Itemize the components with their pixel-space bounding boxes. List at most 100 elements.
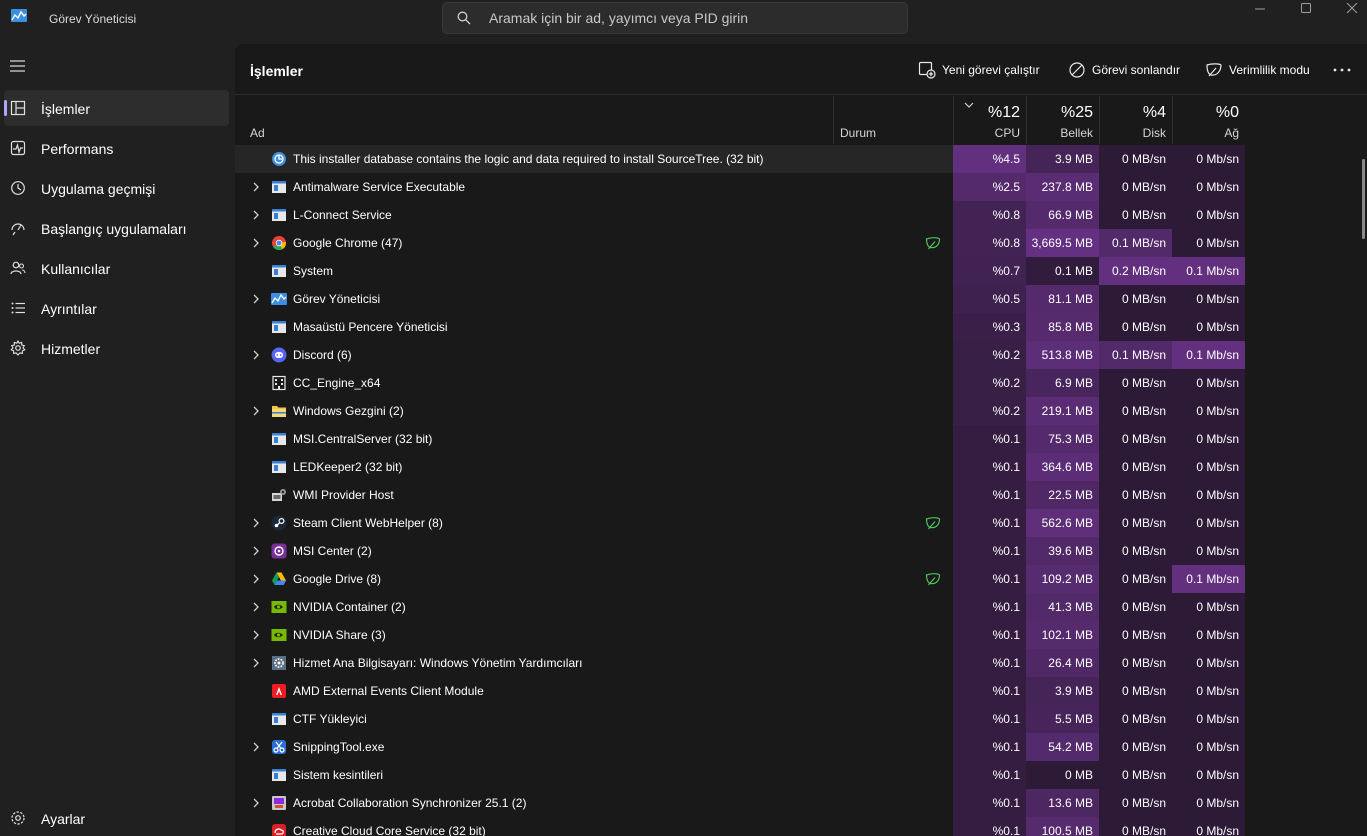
new-task-button[interactable]: Yeni görevi çalıştır <box>918 61 1043 79</box>
efficiency-mode-button[interactable]: Verimlilik modu <box>1205 61 1320 79</box>
process-name-cell[interactable]: L-Connect Service <box>235 201 833 229</box>
chevron-right-icon[interactable] <box>251 405 261 417</box>
process-row[interactable]: Google Chrome (47) %0.8 3,669.5 MB 0.1 MB/s… <box>235 229 1245 257</box>
chevron-right-icon[interactable] <box>251 545 261 557</box>
close-button[interactable] <box>1329 0 1367 20</box>
process-row[interactable]: Windows Gezgini (2) %0.2 219.1 MB 0 MB/sn 0 … <box>235 397 1245 425</box>
column-header-status[interactable]: Durum <box>833 96 953 144</box>
sidebar-item-performance[interactable]: Performans <box>4 130 229 166</box>
process-row[interactable]: LEDKeeper2 (32 bit) %0.1 364.6 MB 0 MB/sn 0 … <box>235 453 1245 481</box>
hamburger-menu-icon[interactable] <box>8 58 28 74</box>
process-name-cell[interactable]: LEDKeeper2 (32 bit) <box>235 453 833 481</box>
process-name-cell[interactable]: NVIDIA Container (2) <box>235 593 833 621</box>
process-name-cell[interactable]: MSI Center (2) <box>235 537 833 565</box>
process-name-cell[interactable]: MSI.CentralServer (32 bit) <box>235 425 833 453</box>
process-name-cell[interactable]: Hizmet Ana Bilgisayarı: Windows Yönetim … <box>235 649 833 677</box>
process-row[interactable]: Discord (6) %0.2 513.8 MB 0.1 MB/sn 0.1 Mb/s… <box>235 341 1245 369</box>
process-row[interactable]: Sistem kesintileri %0.1 0 MB 0 MB/sn 0 Mb/sn <box>235 761 1245 789</box>
chevron-right-icon[interactable] <box>251 349 261 361</box>
process-name-cell[interactable]: System <box>235 257 833 285</box>
process-row[interactable]: MSI Center (2) %0.1 39.6 MB 0 MB/sn 0 Mb/sn <box>235 537 1245 565</box>
process-name-cell[interactable]: Google Chrome (47) <box>235 229 833 257</box>
process-name-cell[interactable]: CTF Yükleyici <box>235 705 833 733</box>
vertical-scrollbar[interactable] <box>1362 159 1365 239</box>
process-name-cell[interactable]: Masaüstü Pencere Yöneticisi <box>235 313 833 341</box>
process-name: L-Connect Service <box>293 208 392 222</box>
process-row[interactable]: System %0.7 0.1 MB 0.2 MB/sn 0.1 Mb/sn <box>235 257 1245 285</box>
process-name-cell[interactable]: Creative Cloud Core Service (32 bit) <box>235 817 833 836</box>
column-header-name[interactable]: Ad <box>235 96 833 144</box>
process-name-cell[interactable]: Sistem kesintileri <box>235 761 833 789</box>
sidebar-item-label: Hizmetler <box>41 341 101 357</box>
process-name: MSI Center (2) <box>293 544 372 558</box>
chevron-right-icon[interactable] <box>251 517 261 529</box>
process-disk-cell: 0 MB/sn <box>1099 453 1172 481</box>
process-row[interactable]: MSI.CentralServer (32 bit) %0.1 75.3 MB 0 M… <box>235 425 1245 453</box>
process-name-cell[interactable]: CC_Engine_x64 <box>235 369 833 397</box>
process-row[interactable]: NVIDIA Container (2) %0.1 41.3 MB 0 MB/sn 0 … <box>235 593 1245 621</box>
process-name-cell[interactable]: This installer database contains the log… <box>235 145 833 173</box>
process-name-cell[interactable]: Windows Gezgini (2) <box>235 397 833 425</box>
process-network-cell: 0 Mb/sn <box>1172 369 1245 397</box>
process-row[interactable]: Masaüstü Pencere Yöneticisi %0.3 85.8 MB 0 … <box>235 313 1245 341</box>
more-options-icon[interactable] <box>1330 61 1354 79</box>
chevron-right-icon[interactable] <box>251 797 261 809</box>
process-name-cell[interactable]: AMD External Events Client Module <box>235 677 833 705</box>
column-header-cpu[interactable]: %12 CPU <box>953 96 1026 144</box>
process-row[interactable]: Görev Yöneticisi %0.5 81.1 MB 0 MB/sn 0 Mb/s… <box>235 285 1245 313</box>
process-name-cell[interactable]: NVIDIA Share (3) <box>235 621 833 649</box>
process-name-cell[interactable]: Google Drive (8) <box>235 565 833 593</box>
process-network-value: 0 Mb/sn <box>1196 488 1239 502</box>
process-name-cell[interactable]: Acrobat Collaboration Synchronizer 25.1 … <box>235 789 833 817</box>
chevron-right-icon[interactable] <box>251 601 261 613</box>
process-row[interactable]: Antimalware Service Executable %2.5 237.8 … <box>235 173 1245 201</box>
sidebar-item-details[interactable]: Ayrıntılar <box>4 290 229 326</box>
column-header-network[interactable]: %0 Ağ <box>1172 96 1245 144</box>
sidebar-item-startup-apps[interactable]: Başlangıç uygulamaları <box>4 210 229 246</box>
process-cpu-cell: %0.1 <box>953 453 1026 481</box>
sidebar-item-app-history[interactable]: Uygulama geçmişi <box>4 170 229 206</box>
search-box[interactable] <box>442 2 908 34</box>
process-row[interactable]: CC_Engine_x64 %0.2 6.9 MB 0 MB/sn 0 Mb/sn <box>235 369 1245 397</box>
column-header-disk[interactable]: %4 Disk <box>1099 96 1172 144</box>
chevron-right-icon[interactable] <box>251 741 261 753</box>
chevron-right-icon[interactable] <box>251 293 261 305</box>
chevron-right-icon[interactable] <box>251 237 261 249</box>
sidebar-item-processes[interactable]: İşlemler <box>4 90 229 126</box>
process-row[interactable]: SnippingTool.exe %0.1 54.2 MB 0 MB/sn 0 Mb/s… <box>235 733 1245 761</box>
process-name-cell[interactable]: Antimalware Service Executable <box>235 173 833 201</box>
process-name-cell[interactable]: Görev Yöneticisi <box>235 285 833 313</box>
process-name-cell[interactable]: Steam Client WebHelper (8) <box>235 509 833 537</box>
chevron-right-icon[interactable] <box>251 209 261 221</box>
column-header-memory[interactable]: %25 Bellek <box>1026 96 1099 144</box>
sidebar-item-settings[interactable]: Ayarlar <box>4 800 229 836</box>
minimize-button[interactable] <box>1237 0 1283 20</box>
process-row[interactable]: Steam Client WebHelper (8) %0.1 562.6 MB 0 … <box>235 509 1245 537</box>
process-row[interactable]: WMI Provider Host %0.1 22.5 MB 0 MB/sn 0 Mb/… <box>235 481 1245 509</box>
process-row[interactable]: This installer database contains the log… <box>235 145 1245 173</box>
process-row[interactable]: Creative Cloud Core Service (32 bit) %0.1… <box>235 817 1245 836</box>
process-row[interactable]: Hizmet Ana Bilgisayarı: Windows Yönetim … <box>235 649 1245 677</box>
process-row[interactable]: AMD External Events Client Module %0.1 3.9… <box>235 677 1245 705</box>
process-row[interactable]: Acrobat Collaboration Synchronizer 25.1 … <box>235 789 1245 817</box>
details-icon <box>11 302 25 314</box>
process-name-cell[interactable]: WMI Provider Host <box>235 481 833 509</box>
maximize-button[interactable] <box>1283 0 1329 20</box>
process-cpu-value: %0.1 <box>992 740 1020 754</box>
chevron-right-icon[interactable] <box>251 181 261 193</box>
chevron-right-icon[interactable] <box>251 573 261 585</box>
sidebar-item-users[interactable]: Kullanıcılar <box>4 250 229 286</box>
chevron-right-icon[interactable] <box>251 629 261 641</box>
process-row[interactable]: Google Drive (8) %0.1 109.2 MB 0 MB/sn 0.1 M… <box>235 565 1245 593</box>
process-row[interactable]: L-Connect Service %0.8 66.9 MB 0 MB/sn 0 Mb/… <box>235 201 1245 229</box>
process-name-cell[interactable]: SnippingTool.exe <box>235 733 833 761</box>
process-row[interactable]: NVIDIA Share (3) %0.1 102.1 MB 0 MB/sn 0 Mb/… <box>235 621 1245 649</box>
process-memory-cell: 237.8 MB <box>1026 173 1099 201</box>
process-network-cell: 0 Mb/sn <box>1172 537 1245 565</box>
chevron-right-icon[interactable] <box>251 657 261 669</box>
search-input[interactable] <box>489 3 889 33</box>
process-row[interactable]: CTF Yükleyici %0.1 5.5 MB 0 MB/sn 0 Mb/sn <box>235 705 1245 733</box>
sidebar-item-services[interactable]: Hizmetler <box>4 330 229 366</box>
end-task-button[interactable]: Görevi sonlandır <box>1068 61 1186 79</box>
process-name-cell[interactable]: Discord (6) <box>235 341 833 369</box>
